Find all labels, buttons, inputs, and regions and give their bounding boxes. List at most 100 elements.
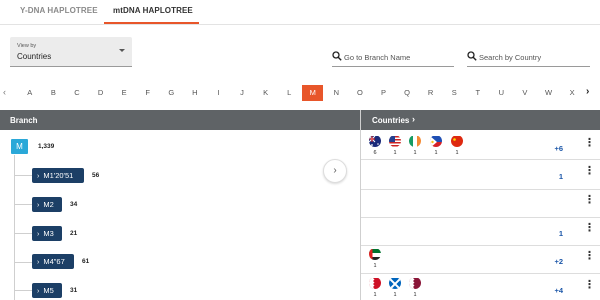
search-icon: [332, 51, 342, 61]
letter-filter-k[interactable]: K: [254, 85, 278, 101]
tab-y-dna-haplotree[interactable]: Y-DNA HAPLOTREE: [20, 6, 98, 15]
letter-filter-e[interactable]: E: [112, 85, 136, 101]
letter-filter-h[interactable]: H: [183, 85, 207, 101]
more-countries-link[interactable]: 1: [549, 172, 563, 181]
more-options-icon[interactable]: ⋮: [584, 166, 595, 177]
branch-label: M4"67: [43, 257, 65, 266]
chevron-right-icon: ›: [37, 231, 40, 238]
letter-filter-u[interactable]: U: [490, 85, 514, 101]
philippines-flag-icon: [430, 135, 442, 147]
letter-filter-x[interactable]: X: [560, 85, 584, 101]
more-countries-link[interactable]: 1: [549, 229, 563, 238]
dropdown-caret-icon: [119, 49, 125, 52]
more-countries-link[interactable]: +4: [549, 286, 563, 295]
letter-filter-m[interactable]: M: [301, 85, 325, 101]
branch-node[interactable]: › M5: [32, 283, 62, 298]
flag-count: 1: [413, 150, 417, 156]
view-by-label: View by: [17, 43, 37, 49]
flag-count: 6: [373, 150, 377, 156]
branch-label: M2: [43, 200, 54, 209]
active-tab-indicator: [104, 22, 199, 24]
letter-filter-c[interactable]: C: [65, 85, 89, 101]
letter-filter-j[interactable]: J: [230, 85, 254, 101]
more-options-icon[interactable]: ⋮: [584, 223, 595, 234]
flag-count: 1: [393, 150, 397, 156]
ireland-flag-icon: [409, 135, 421, 147]
letter-filter-p[interactable]: P: [372, 85, 396, 101]
letter-filter-v[interactable]: V: [513, 85, 537, 101]
branch-node[interactable]: › M3: [32, 226, 62, 241]
letter-filter-d[interactable]: D: [89, 85, 113, 101]
chevron-left-icon[interactable]: ‹: [3, 87, 6, 97]
row-divider: [361, 217, 600, 218]
tree-connector: [14, 204, 32, 205]
branch-node[interactable]: › M4"67: [32, 254, 74, 269]
letter-filter-i[interactable]: I: [207, 85, 231, 101]
more-countries-link[interactable]: +6: [549, 144, 563, 153]
country-search-field: [467, 50, 590, 67]
tree-connector: [14, 175, 32, 176]
australia-flag-icon: [369, 135, 381, 147]
branch-label: M1'20'51: [43, 171, 74, 180]
branch-search-field: [332, 50, 454, 67]
flag-count: 1: [373, 263, 377, 269]
branch-count: 56: [92, 172, 100, 179]
root-branch-count: 1,339: [38, 143, 55, 150]
branch-count: 34: [70, 201, 78, 208]
countries-column-header[interactable]: Countries: [372, 116, 409, 125]
letter-filter-w[interactable]: W: [537, 85, 561, 101]
letter-filter-t[interactable]: T: [466, 85, 490, 101]
chevron-right-icon: ›: [37, 173, 40, 180]
branch-node[interactable]: › M1'20'51: [32, 168, 84, 183]
root-branch-node[interactable]: M: [11, 139, 28, 154]
country-search-input[interactable]: [479, 51, 584, 64]
letter-filter-n[interactable]: N: [325, 85, 349, 101]
chevron-right-icon: ›: [37, 202, 40, 209]
branch-count: 31: [70, 287, 78, 294]
branch-node[interactable]: › M2: [32, 197, 62, 212]
tree-connector: [14, 290, 32, 291]
flag-count: 1: [393, 292, 397, 298]
chevron-right-icon[interactable]: ›: [586, 86, 589, 97]
letter-filter-f[interactable]: F: [136, 85, 160, 101]
letter-filter-s[interactable]: S: [442, 85, 466, 101]
flag-count: 1: [455, 150, 459, 156]
letter-filter-b[interactable]: B: [42, 85, 66, 101]
letter-filter-a[interactable]: A: [18, 85, 42, 101]
more-options-icon[interactable]: ⋮: [584, 251, 595, 262]
uae-flag-icon: [369, 248, 381, 260]
more-countries-link[interactable]: +2: [549, 257, 563, 266]
alphabet-filter: ABCDEFGHIJKLMNOPQRSTUVWX: [18, 85, 584, 101]
branch-column-header: Branch: [10, 116, 38, 125]
branch-label: M3: [43, 229, 54, 238]
row-divider: [361, 245, 600, 246]
usa-flag-icon: [389, 135, 401, 147]
chevron-right-icon[interactable]: ›: [412, 114, 415, 124]
more-options-icon[interactable]: ⋮: [584, 280, 595, 291]
qatar-flag-icon: [409, 277, 421, 289]
more-options-icon[interactable]: ⋮: [584, 195, 595, 206]
more-options-icon[interactable]: ⋮: [584, 138, 595, 149]
view-by-select[interactable]: View by Countries: [10, 37, 132, 67]
row-divider: [361, 189, 600, 190]
view-by-value: Countries: [17, 52, 52, 61]
bahrain-flag-icon: [369, 277, 381, 289]
tree-connector: [14, 155, 15, 300]
scroll-right-button[interactable]: ›: [323, 159, 347, 183]
letter-filter-l[interactable]: L: [277, 85, 301, 101]
branch-search-input[interactable]: [344, 51, 449, 64]
column-divider: [360, 110, 361, 300]
flag-count: 1: [434, 150, 438, 156]
letter-filter-o[interactable]: O: [348, 85, 372, 101]
row-divider: [361, 273, 600, 274]
table-header: Branch Countries ›: [0, 110, 600, 130]
letter-filter-q[interactable]: Q: [395, 85, 419, 101]
china-flag-icon: [451, 135, 463, 147]
flag-count: 1: [413, 292, 417, 298]
letter-filter-r[interactable]: R: [419, 85, 443, 101]
row-divider: [361, 159, 600, 160]
search-icon: [467, 51, 477, 61]
letter-filter-g[interactable]: G: [159, 85, 183, 101]
branch-label: M5: [43, 286, 54, 295]
tab-mtdna-haplotree[interactable]: mtDNA HAPLOTREE: [113, 6, 193, 15]
